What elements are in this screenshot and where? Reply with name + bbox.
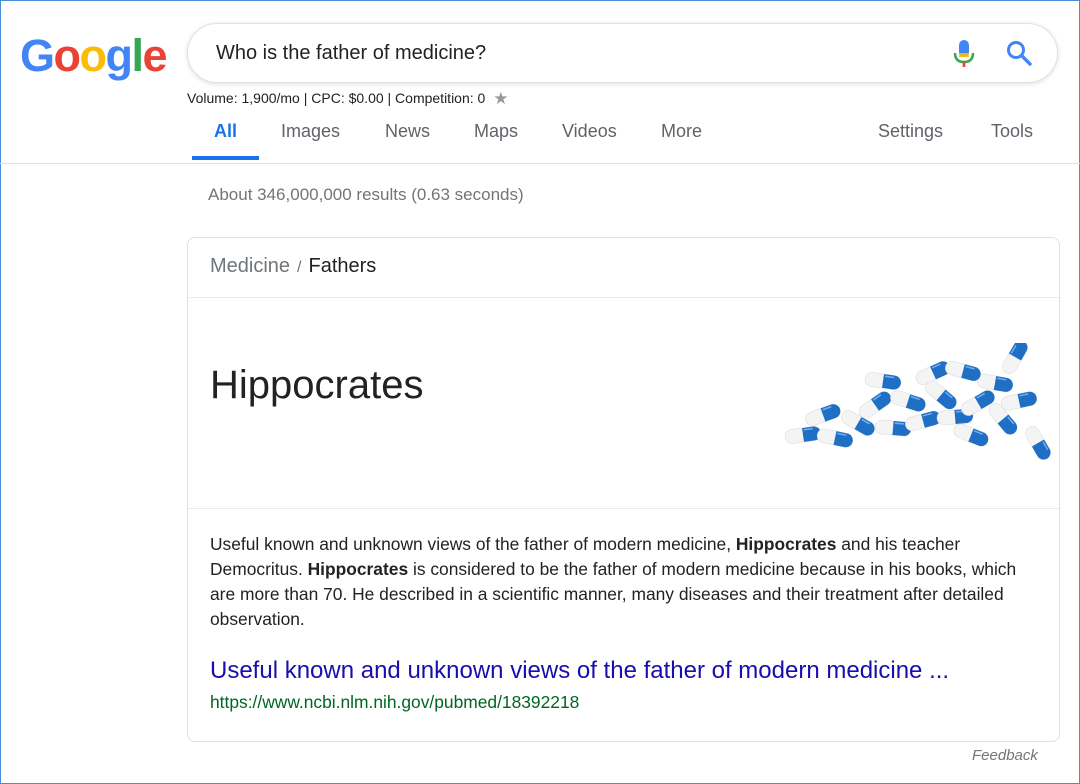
star-icon[interactable]: ★ — [493, 89, 508, 108]
google-logo[interactable]: Google — [20, 30, 168, 82]
result-stats: About 346,000,000 results (0.63 seconds) — [208, 185, 524, 204]
breadcrumb: Medicine / Fathers — [210, 255, 376, 278]
card-divider-top — [188, 297, 1059, 298]
search-icon[interactable] — [1006, 40, 1032, 66]
answer-title: Hippocrates — [210, 363, 424, 407]
featured-snippet-card: Medicine / Fathers Hippocrates Useful kn… — [187, 237, 1060, 742]
breadcrumb-current[interactable]: Fathers — [309, 255, 377, 277]
pill — [783, 343, 1054, 463]
keyword-stats: Volume: 1,900/mo | CPC: $0.00 | Competit… — [187, 89, 509, 108]
tab-news[interactable]: News — [385, 121, 430, 163]
feedback-link[interactable]: Feedback — [972, 747, 1038, 764]
breadcrumb-separator: / — [297, 259, 302, 276]
snippet-description: Useful known and unknown views of the fa… — [210, 534, 1017, 629]
search-tabs: All Images News Maps Videos More Setting… — [0, 121, 1080, 165]
pills-image[interactable] — [783, 343, 1058, 463]
result-url[interactable]: https://www.ncbi.nlm.nih.gov/pubmed/1839… — [210, 692, 579, 713]
breadcrumb-parent[interactable]: Medicine — [210, 255, 290, 277]
search-box[interactable]: Who is the father of medicine? — [187, 23, 1058, 83]
search-input[interactable]: Who is the father of medicine? — [216, 42, 486, 65]
tab-tools[interactable]: Tools — [991, 121, 1033, 163]
active-tab-indicator — [192, 156, 259, 160]
card-divider-bottom — [188, 508, 1059, 509]
microphone-icon[interactable] — [952, 39, 976, 69]
tab-settings[interactable]: Settings — [878, 121, 943, 163]
header-divider — [0, 163, 1080, 164]
tab-maps[interactable]: Maps — [474, 121, 518, 163]
tab-images[interactable]: Images — [281, 121, 340, 163]
result-title-link[interactable]: Useful known and unknown views of the fa… — [210, 657, 949, 685]
tab-videos[interactable]: Videos — [562, 121, 617, 163]
tab-more[interactable]: More — [661, 121, 702, 163]
